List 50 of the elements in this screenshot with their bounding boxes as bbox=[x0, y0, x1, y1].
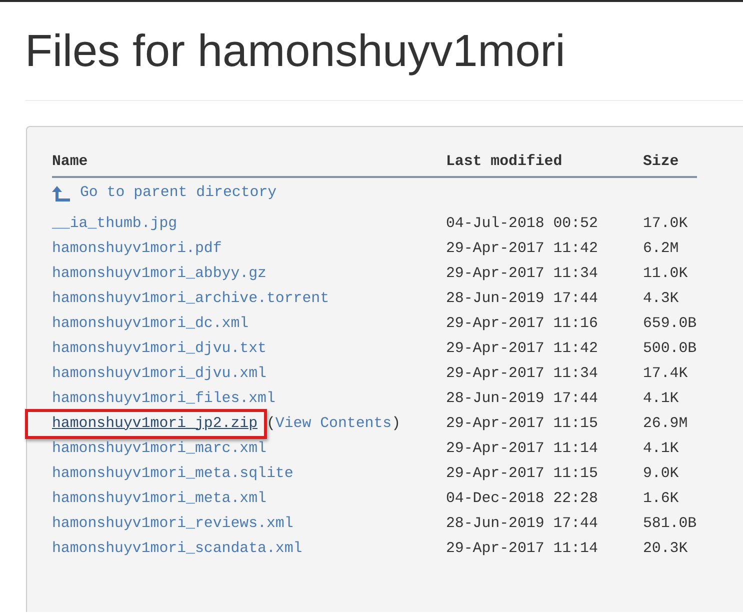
file-size: 26.9M bbox=[643, 416, 688, 432]
file-link[interactable]: hamonshuyv1mori.pdf bbox=[52, 240, 222, 256]
file-size: 659.0B bbox=[643, 316, 697, 332]
modified-date: 28-Jun-2019 17:44 bbox=[446, 290, 598, 306]
file-link[interactable]: hamonshuyv1mori_files.xml bbox=[52, 390, 276, 406]
file-link[interactable]: hamonshuyv1mori_meta.xml bbox=[52, 490, 266, 506]
view-contents-note: (View Contents) bbox=[265, 416, 401, 432]
file-size: 500.0B bbox=[643, 340, 697, 356]
view-contents-link[interactable]: View Contents bbox=[275, 416, 392, 432]
modified-date: 29-Apr-2017 11:34 bbox=[446, 266, 598, 282]
file-size: 4.1K bbox=[643, 440, 679, 456]
modified-date: 29-Apr-2017 11:15 bbox=[446, 416, 598, 432]
file-link[interactable]: hamonshuyv1mori_scandata.xml bbox=[52, 540, 302, 556]
column-header: Last modified bbox=[446, 153, 562, 171]
parent-directory-link[interactable]: Go to parent directory bbox=[52, 181, 277, 206]
modified-date: 04-Dec-2018 22:28 bbox=[446, 490, 598, 506]
modified-date: 28-Jun-2019 17:44 bbox=[446, 390, 598, 406]
modified-date: 29-Apr-2017 11:16 bbox=[446, 316, 598, 332]
file-size: 6.2M bbox=[643, 240, 679, 256]
file-size: 4.3K bbox=[643, 290, 679, 306]
modified-date: 28-Jun-2019 17:44 bbox=[446, 516, 598, 532]
modified-date: 29-Apr-2017 11:42 bbox=[446, 340, 598, 356]
file-link[interactable]: hamonshuyv1mori_meta.sqlite bbox=[52, 466, 294, 482]
file-size: 1.6K bbox=[643, 490, 679, 506]
file-size: 20.3K bbox=[643, 540, 688, 556]
modified-date: 29-Apr-2017 11:34 bbox=[446, 366, 598, 382]
modified-date: 29-Apr-2017 11:15 bbox=[446, 466, 598, 482]
modified-date: 29-Apr-2017 11:14 bbox=[446, 540, 598, 556]
file-size: 11.0K bbox=[643, 266, 688, 282]
file-size: 581.0B bbox=[643, 516, 697, 532]
file-size: 4.1K bbox=[643, 390, 679, 406]
file-size: 17.4K bbox=[643, 366, 688, 382]
modified-date: 29-Apr-2017 11:42 bbox=[446, 240, 598, 256]
file-link[interactable]: hamonshuyv1mori_reviews.xml bbox=[52, 516, 294, 532]
file-link[interactable]: hamonshuyv1mori_archive.torrent bbox=[52, 290, 330, 306]
column-header: Name bbox=[52, 153, 88, 171]
column-header: Size bbox=[643, 153, 679, 171]
file-link[interactable]: hamonshuyv1mori_dc.xml bbox=[52, 316, 249, 332]
file-link[interactable]: hamonshuyv1mori_abbyy.gz bbox=[52, 266, 266, 282]
file-link[interactable]: hamonshuyv1mori_marc.xml bbox=[52, 440, 266, 456]
file-link[interactable]: __ia_thumb.jpg bbox=[52, 216, 178, 232]
modified-date: 04-Jul-2018 00:52 bbox=[446, 216, 598, 232]
file-link[interactable]: hamonshuyv1mori_jp2.zip bbox=[52, 416, 258, 432]
file-size: 9.0K bbox=[643, 466, 679, 482]
file-size: 17.0K bbox=[643, 216, 688, 232]
page-title: Files for hamonshuyv1mori bbox=[25, 26, 566, 76]
file-link[interactable]: hamonshuyv1mori_djvu.xml bbox=[52, 366, 266, 382]
up-arrow-icon bbox=[52, 186, 70, 202]
file-link[interactable]: hamonshuyv1mori_djvu.txt bbox=[52, 340, 266, 356]
modified-date: 29-Apr-2017 11:14 bbox=[446, 440, 598, 456]
